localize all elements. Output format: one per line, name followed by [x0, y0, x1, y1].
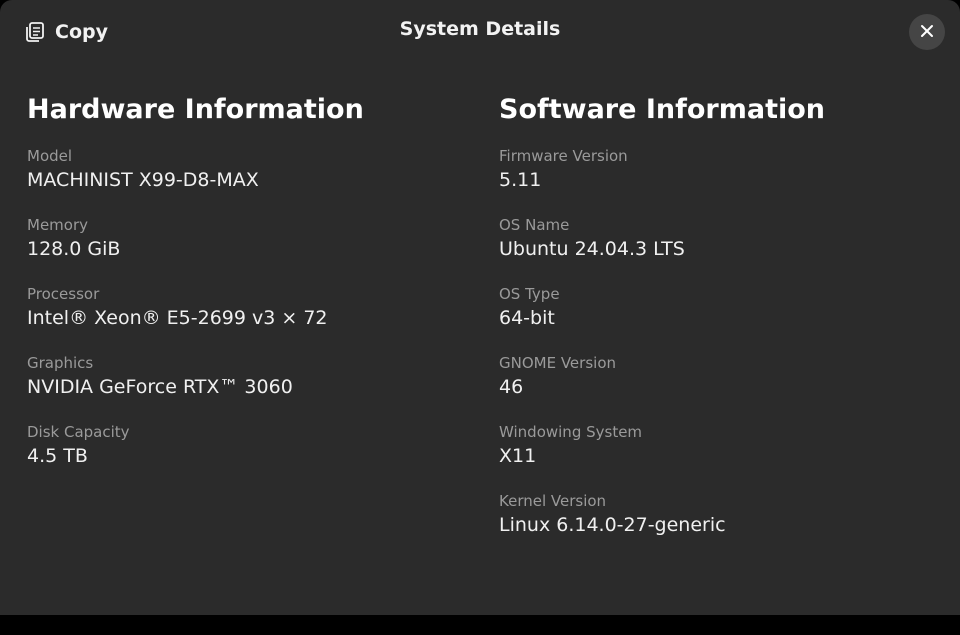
- row-value: X11: [499, 445, 537, 467]
- row-label: Windowing System: [499, 423, 643, 441]
- row-value: Intel® Xeon® E5-2699 v3 × 72: [27, 307, 328, 329]
- hardware-section-title: Hardware Information: [27, 94, 364, 125]
- software-section: Software Information Firmware Version 5.…: [499, 92, 919, 561]
- system-details-dialog: Copy System Details Hardware Information…: [0, 0, 960, 615]
- screen-bottom-edge: [0, 615, 960, 635]
- row-label: OS Name: [499, 216, 570, 234]
- row-value: MACHINIST X99-D8-MAX: [27, 169, 259, 191]
- hardware-row-memory: Memory 128.0 GiB: [27, 216, 447, 285]
- row-label: OS Type: [499, 285, 560, 303]
- software-row-kernel-version: Kernel Version Linux 6.14.0-27-generic: [499, 492, 919, 561]
- software-row-gnome-version: GNOME Version 46: [499, 354, 919, 423]
- close-button[interactable]: [909, 14, 945, 50]
- software-section-title: Software Information: [499, 94, 826, 125]
- row-value: 64-bit: [499, 307, 555, 329]
- row-value: 128.0 GiB: [27, 238, 121, 260]
- row-label: Model: [27, 147, 73, 165]
- dialog-header: Copy System Details: [0, 0, 960, 64]
- row-value: Ubuntu 24.04.3 LTS: [499, 238, 685, 260]
- software-row-firmware-version: Firmware Version 5.11: [499, 147, 919, 216]
- software-row-windowing-system: Windowing System X11: [499, 423, 919, 492]
- software-row-os-type: OS Type 64-bit: [499, 285, 919, 354]
- row-label: Firmware Version: [499, 147, 628, 165]
- hardware-row-graphics: Graphics NVIDIA GeForce RTX™ 3060: [27, 354, 447, 423]
- row-value: 5.11: [499, 169, 542, 191]
- hardware-row-model: Model MACHINIST X99-D8-MAX: [27, 147, 447, 216]
- row-value: 46: [499, 376, 524, 398]
- row-label: Processor: [27, 285, 100, 303]
- row-label: Disk Capacity: [27, 423, 130, 441]
- row-value: 4.5 TB: [27, 445, 88, 467]
- row-label: Memory: [27, 216, 89, 234]
- dialog-title: System Details: [399, 18, 561, 40]
- software-row-os-name: OS Name Ubuntu 24.04.3 LTS: [499, 216, 919, 285]
- row-label: GNOME Version: [499, 354, 616, 372]
- row-value: Linux 6.14.0-27-generic: [499, 514, 726, 536]
- row-label: Graphics: [27, 354, 94, 372]
- hardware-section: Hardware Information Model MACHINIST X99…: [27, 92, 447, 492]
- row-label: Kernel Version: [499, 492, 607, 510]
- row-value: NVIDIA GeForce RTX™ 3060: [27, 376, 293, 398]
- close-icon: [920, 23, 934, 42]
- hardware-row-processor: Processor Intel® Xeon® E5-2699 v3 × 72: [27, 285, 447, 354]
- hardware-row-disk-capacity: Disk Capacity 4.5 TB: [27, 423, 447, 492]
